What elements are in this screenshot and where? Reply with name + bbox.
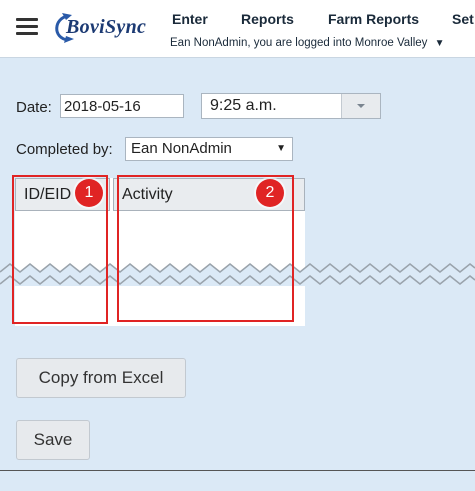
date-label: Date: [16,99,52,116]
completed-by-select[interactable]: Ean NonAdmin ▼ [125,137,293,161]
annotation-badge-1: 1 [75,179,103,207]
time-dropdown-button[interactable] [341,94,380,118]
nav-farm-reports[interactable]: Farm Reports [328,11,419,27]
top-bar: BoviSync Enter Reports Farm Reports Set … [0,0,475,58]
nav-settings[interactable]: Set [452,11,474,27]
caret-down-icon: ▼ [434,38,445,49]
date-input[interactable] [60,94,184,118]
footer-divider [0,470,475,471]
time-picker[interactable]: 9:25 a.m. [201,93,381,119]
annotation-badge-2: 2 [256,179,284,207]
save-button[interactable]: Save [16,420,90,460]
logo-text: BoviSync [66,16,147,38]
nav-reports[interactable]: Reports [241,11,294,27]
login-status[interactable]: Ean NonAdmin, you are logged into Monroe… [170,37,445,49]
bovisync-logo[interactable]: BoviSync [46,8,164,46]
copy-from-excel-button[interactable]: Copy from Excel [16,358,186,398]
nav-enter[interactable]: Enter [172,11,208,27]
completed-by-value: Ean NonAdmin [131,140,232,157]
completed-by-label: Completed by: [16,141,113,158]
dropdown-arrow-icon [357,104,365,108]
hamburger-menu-icon[interactable] [16,18,38,36]
time-value: 9:25 a.m. [210,97,277,114]
login-text: Ean NonAdmin, you are logged into Monroe… [170,37,428,49]
select-arrow-icon: ▼ [276,143,286,154]
